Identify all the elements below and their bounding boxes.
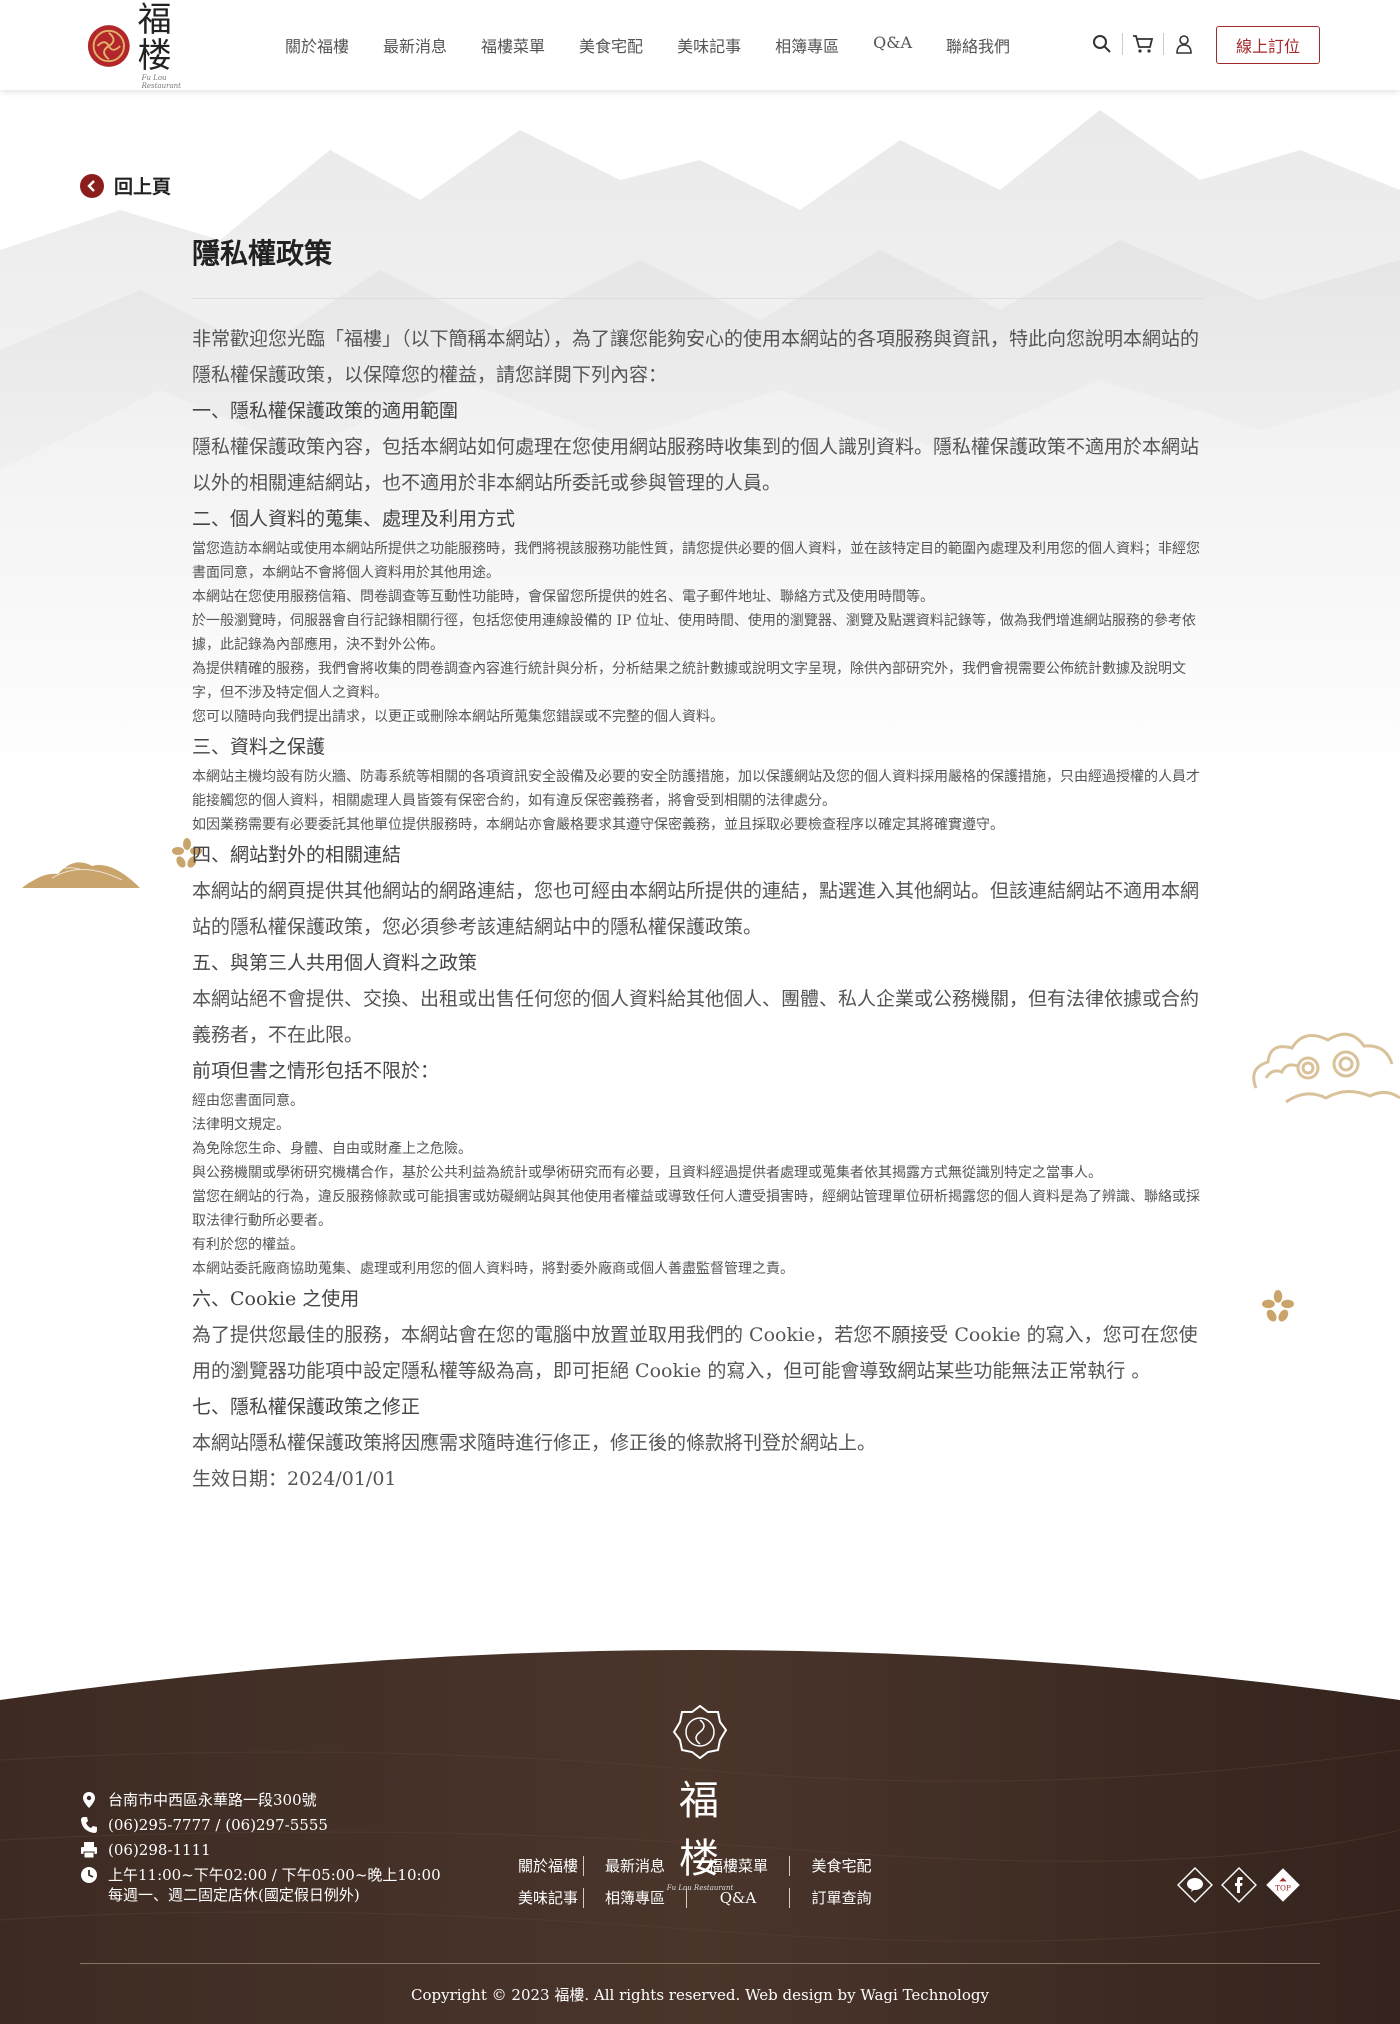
footer-divider bbox=[80, 1963, 1320, 1964]
list-item: 本網站委託廠商協助蒐集、處理或利用您的個人資料時，將對委外廠商或個人善盡監督管理… bbox=[192, 1261, 794, 1277]
section-body: 為提供精確的服務，我們會將收集的問卷調查內容進行統計與分析，分析結果之統計數據或… bbox=[192, 661, 1186, 701]
main-nav: 關於福樓 最新消息 福樓菜單 美食宅配 美味記事 相簿專區 Q&A 聯絡我們 bbox=[285, 33, 1044, 57]
list-item: 為免除您生命、身體、自由或財產上之危險。 bbox=[192, 1141, 472, 1157]
facebook-icon[interactable] bbox=[1218, 1864, 1260, 1906]
section-title: 三、資料之保護 bbox=[192, 736, 326, 758]
gold-hill-decoration bbox=[22, 862, 140, 888]
footer-closed-days: 每週一、週二固定店休(國定假日例外) bbox=[108, 1886, 360, 1904]
section-body: 本網站在您使用服務信箱、問卷調查等互動性功能時，會保留您所提供的姓名、電子郵件地… bbox=[192, 589, 934, 605]
section-title: 五、與第三人共用個人資料之政策 bbox=[192, 952, 478, 974]
footer-link-qa[interactable]: Q&A bbox=[687, 1888, 790, 1908]
back-label: 回上頁 bbox=[114, 176, 172, 198]
effective-date: 生效日期：2024/01/01 bbox=[192, 1468, 397, 1490]
nav-delivery[interactable]: 美食宅配 bbox=[579, 33, 643, 57]
section-body: 於一般瀏覽時，伺服器會自行記錄相關行徑，包括您使用連線設備的 IP 位址、使用時… bbox=[192, 613, 1196, 653]
logo-seal-icon bbox=[87, 25, 130, 67]
site-logo[interactable]: 福楼 Fu Lou Restaurant bbox=[86, 2, 206, 90]
footer-hours: 上午11:00~下午02:00 / 下午05:00~晚上10:00 bbox=[108, 1866, 441, 1884]
user-icon[interactable] bbox=[1172, 32, 1196, 56]
header-icons bbox=[1090, 32, 1196, 56]
footer-phone[interactable]: (06)295-7777 / (06)297-5555 bbox=[108, 1815, 328, 1835]
site-header: 福楼 Fu Lou Restaurant 關於福樓 最新消息 福樓菜單 美食宅配… bbox=[0, 0, 1400, 90]
site-footer: 福楼 Fu Lou Restaurant 台南市中西區永華路一段300號 (06… bbox=[0, 1640, 1400, 2024]
header-divider bbox=[1122, 33, 1123, 55]
footer-link-delivery[interactable]: 美食宅配 bbox=[790, 1856, 893, 1876]
policy-intro: 非常歡迎您光臨「福樓」（以下簡稱本網站），為了讓您能夠安心的使用本網站的各項服務… bbox=[192, 328, 1200, 386]
copyright-text: Copyright © 2023 福樓. All rights reserved… bbox=[411, 1986, 989, 2004]
nav-about[interactable]: 關於福樓 bbox=[285, 33, 349, 57]
line-icon[interactable] bbox=[1174, 1864, 1216, 1906]
footer-link-album[interactable]: 相簿專區 bbox=[584, 1888, 687, 1908]
nav-menu[interactable]: 福樓菜單 bbox=[481, 33, 545, 57]
section-title: 二、個人資料的蒐集、處理及利用方式 bbox=[192, 508, 516, 530]
list-item: 法律明文規定。 bbox=[192, 1117, 290, 1133]
section-body: 為了提供您最佳的服務，本網站會在您的電腦中放置並取用我們的 Cookie，若您不… bbox=[192, 1324, 1198, 1382]
logo-seal-icon bbox=[672, 1704, 728, 1760]
section-title: 六、Cookie 之使用 bbox=[192, 1288, 360, 1310]
section-body: 隱私權保護政策內容，包括本網站如何處理在您使用網站服務時收集到的個人識別資料。隱… bbox=[192, 436, 1200, 494]
nav-album[interactable]: 相簿專區 bbox=[775, 33, 839, 57]
footer-contact-info: 台南市中西區永華路一段300號 (06)295-7777 / (06)297-5… bbox=[80, 1790, 441, 1910]
top-label: TOP bbox=[1275, 1883, 1291, 1892]
flower-decoration-icon bbox=[1262, 1290, 1294, 1322]
header-divider bbox=[1163, 33, 1164, 55]
list-title: 前項但書之情形包括不限於： bbox=[192, 1060, 440, 1082]
nav-articles[interactable]: 美味記事 bbox=[677, 33, 741, 57]
section-title: 四、網站對外的相關連結 bbox=[192, 844, 402, 866]
nav-contact[interactable]: 聯絡我們 bbox=[946, 33, 1010, 57]
clock-icon bbox=[81, 1867, 97, 1883]
fax-icon bbox=[81, 1842, 97, 1859]
back-to-top-button[interactable]: TOP bbox=[1262, 1864, 1304, 1906]
phone-icon bbox=[81, 1817, 97, 1833]
footer-social: TOP bbox=[1174, 1864, 1306, 1906]
footer-link-news[interactable]: 最新消息 bbox=[584, 1856, 687, 1876]
footer-link-about[interactable]: 關於福樓 bbox=[498, 1856, 584, 1876]
logo-subtitle: Fu Lou Restaurant bbox=[141, 74, 181, 90]
footer-link-menu[interactable]: 福樓菜單 bbox=[687, 1856, 790, 1876]
section-body: 本網站絕不會提供、交換、出租或出售任何您的個人資料給其他個人、團體、私人企業或公… bbox=[192, 988, 1200, 1046]
list-item: 有利於您的權益。 bbox=[192, 1237, 304, 1253]
cloud-decoration bbox=[1252, 1032, 1400, 1104]
list-item: 與公務機關或學術研究機構合作，基於公共利益為統計或學術研究而有必要，且資料經過提… bbox=[192, 1165, 1102, 1181]
footer-links: 關於福樓 最新消息 福樓菜單 美食宅配 美味記事 相簿專區 Q&A 訂單查詢 bbox=[498, 1856, 898, 1920]
location-icon bbox=[83, 1792, 95, 1808]
section-body: 本網站的網頁提供其他網站的網路連結，您也可經由本網站所提供的連結，點選進入其他網… bbox=[192, 880, 1200, 938]
back-link[interactable]: 回上頁 bbox=[80, 172, 171, 199]
page-title: 隱私權政策 bbox=[192, 232, 1204, 299]
section-body: 您可以隨時向我們提出請求，以更正或刪除本網站所蒐集您錯誤或不完整的個人資料。 bbox=[192, 709, 724, 725]
section-body: 本網站隱私權保護政策將因應需求隨時進行修正，修正後的條款將刊登於網站上。 bbox=[192, 1432, 877, 1454]
section-title: 一、隱私權保護政策的適用範圍 bbox=[192, 400, 459, 422]
nav-qa[interactable]: Q&A bbox=[873, 33, 912, 57]
online-reservation-button[interactable]: 線上訂位 bbox=[1216, 26, 1320, 64]
list-item: 經由您書面同意。 bbox=[192, 1093, 304, 1109]
footer-fax: (06)298-1111 bbox=[108, 1841, 211, 1859]
top-icon: TOP bbox=[1266, 1868, 1300, 1902]
footer-address: 台南市中西區永華路一段300號 bbox=[108, 1791, 317, 1809]
policy-content: 隱私權政策 非常歡迎您光臨「福樓」（以下簡稱本網站），為了讓您能夠安心的使用本網… bbox=[192, 232, 1204, 1497]
section-body: 如因業務需要有必要委託其他單位提供服務時，本網站亦會嚴格要求其遵守保密義務，並且… bbox=[192, 817, 1004, 833]
search-icon[interactable] bbox=[1090, 32, 1114, 56]
logo-name: 福楼 bbox=[137, 0, 174, 76]
section-body: 當您造訪本網站或使用本網站所提供之功能服務時，我們將視該服務功能性質，請您提供必… bbox=[192, 541, 1200, 581]
nav-news[interactable]: 最新消息 bbox=[383, 33, 447, 57]
footer-link-articles[interactable]: 美味記事 bbox=[498, 1888, 584, 1908]
cart-icon[interactable] bbox=[1131, 32, 1155, 56]
section-title: 七、隱私權保護政策之修正 bbox=[192, 1396, 421, 1418]
list-item: 當您在網站的行為，違反服務條款或可能損害或妨礙網站與其他使用者權益或導致任何人遭… bbox=[192, 1189, 1200, 1229]
footer-link-order-query[interactable]: 訂單查詢 bbox=[790, 1888, 893, 1908]
chevron-left-icon bbox=[80, 173, 104, 198]
section-body: 本網站主機均設有防火牆、防毒系統等相關的各項資訊安全設備及必要的安全防護措施，加… bbox=[192, 769, 1200, 809]
